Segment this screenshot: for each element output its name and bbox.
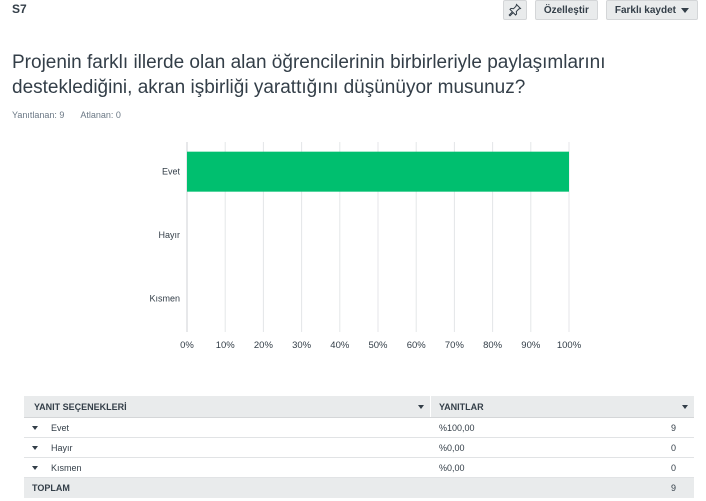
x-tick-label: 30% [292, 340, 312, 351]
save-as-label: Farklı kaydet [614, 4, 676, 16]
expand-caret-icon[interactable] [32, 425, 38, 430]
expand-caret-icon[interactable] [32, 445, 38, 450]
table-row[interactable]: Hayır %0,00 0 [24, 438, 694, 458]
response-stats: Yanıtlanan: 9 Atlanan: 0 [12, 110, 121, 120]
row-percent: %0,00 [439, 442, 465, 453]
question-title: Projenin farklı illerde olan alan öğrenc… [12, 52, 606, 98]
toolbar: Özelleştir Farklı kaydet [502, 0, 698, 20]
x-tick-label: 90% [521, 340, 541, 351]
row-count: 0 [670, 442, 676, 453]
row-count: 0 [670, 462, 676, 473]
expand-caret-icon[interactable] [32, 465, 38, 470]
pin-button[interactable] [502, 0, 527, 20]
col-responses-label: YANITLAR [439, 401, 484, 412]
bar-chart: 0% 10% 20% 30% 40% 50% 60% 70% 80% 90% 100% Evet Hay… [149, 142, 582, 351]
question-number: S7 [12, 2, 27, 16]
x-tick-label: 70% [445, 340, 465, 351]
total-label: TOPLAM [32, 483, 70, 493]
skipped-count: Atlanan: 0 [80, 110, 121, 120]
response-table: YANIT SEÇENEKLERİ YANITLAR Evet %100,00 9… [24, 396, 694, 498]
x-tick-label: 60% [407, 340, 427, 351]
x-tick-label: 0% [180, 340, 194, 351]
row-count: 9 [670, 422, 676, 433]
table-header: YANIT SEÇENEKLERİ YANITLAR [24, 396, 694, 418]
save-as-button[interactable]: Farklı kaydet [605, 0, 698, 20]
table-row[interactable]: Kısmen %0,00 0 [24, 458, 694, 478]
sort-caret-icon [418, 404, 424, 409]
row-percent: %0,00 [439, 462, 465, 473]
category-label: Hayır [158, 230, 180, 240]
x-tick-label: 100% [557, 340, 582, 351]
col-answer-choices[interactable]: YANIT SEÇENEKLERİ [24, 396, 431, 417]
col-answer-choices-label: YANIT SEÇENEKLERİ [34, 401, 127, 412]
x-tick-label: 80% [483, 340, 503, 351]
customize-label: Özelleştir [543, 4, 589, 16]
row-label: Evet [51, 422, 70, 433]
x-tick-label: 40% [330, 340, 350, 351]
chevron-down-icon [681, 7, 689, 13]
row-label: Kısmen [51, 462, 82, 473]
category-label: Kısmen [149, 293, 180, 303]
row-percent: %100,00 [439, 422, 475, 433]
x-tick-label: 20% [254, 340, 274, 351]
answered-count: Yanıtlanan: 9 [12, 110, 65, 120]
table-row[interactable]: Evet %100,00 9 [24, 418, 694, 438]
category-label: Evet [162, 167, 181, 177]
total-row: TOPLAM 9 [24, 478, 694, 498]
x-tick-label: 50% [368, 340, 388, 351]
total-count: 9 [670, 483, 676, 493]
row-label: Hayır [51, 442, 73, 453]
customize-button[interactable]: Özelleştir [534, 0, 598, 20]
x-tick-label: 10% [216, 340, 236, 351]
col-responses[interactable]: YANITLAR [431, 396, 694, 417]
pin-icon [508, 3, 522, 17]
bar[interactable] [187, 151, 569, 192]
sort-caret-icon [682, 404, 688, 409]
